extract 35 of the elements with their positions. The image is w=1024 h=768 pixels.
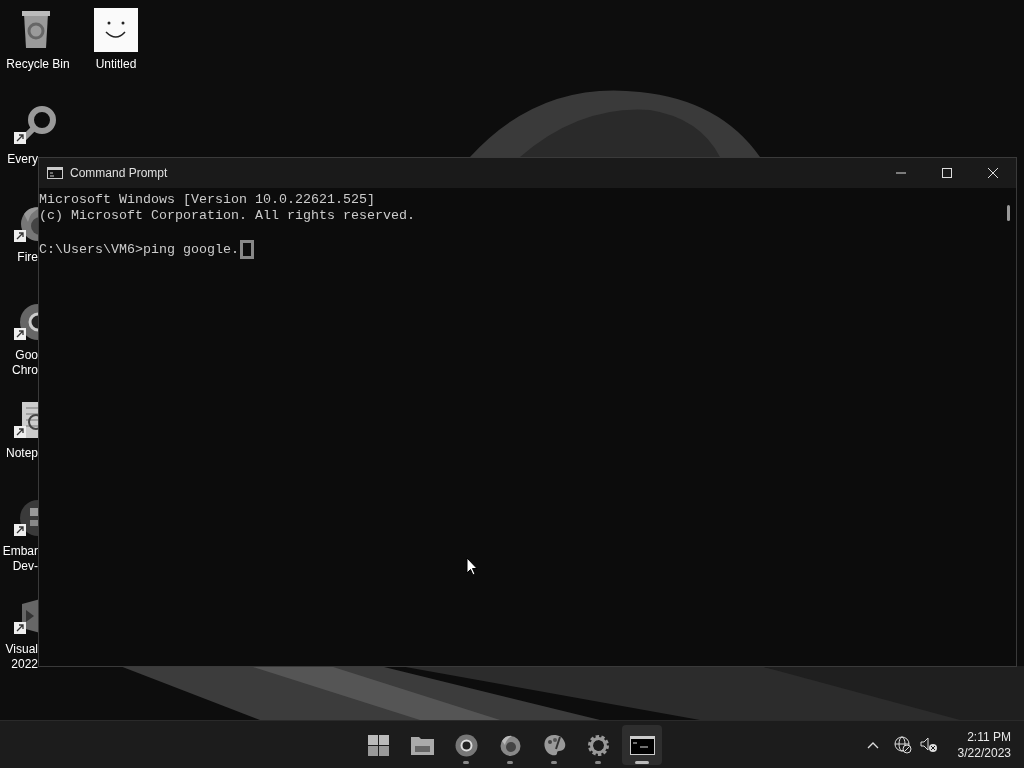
desktop-icon-label[interactable]: Goo Chro [12, 348, 38, 378]
desktop-icon-label[interactable]: Recycle Bin [6, 57, 70, 72]
browser-circle-icon [453, 732, 479, 758]
clock-date: 3/22/2023 [957, 744, 1011, 761]
shortcut-arrow-icon [14, 524, 26, 536]
text-cursor [239, 240, 254, 259]
desktop-icon-label[interactable]: Fire [17, 250, 38, 265]
desktop-icon-label[interactable]: Visual 2022 [5, 642, 38, 672]
console-line: (c) Microsoft Corporation. All rights reserved. [39, 208, 415, 224]
shortcut-arrow-icon [14, 426, 26, 438]
terminal-icon [47, 167, 63, 179]
taskbar-button[interactable] [622, 725, 662, 765]
speaker-muted-icon[interactable] [919, 736, 938, 753]
shortcut-arrow-icon [14, 132, 26, 144]
chevron-up-icon[interactable] [866, 740, 879, 749]
desktop-icon-label[interactable]: Every [7, 152, 38, 167]
mouse-pointer-icon [466, 557, 478, 576]
shortcut-arrow-icon [14, 230, 26, 242]
globe-icon[interactable] [893, 735, 912, 754]
desktop-icon-label[interactable]: Notep [5, 446, 38, 461]
clock[interactable]: 2:11 PM 3/22/2023 [957, 728, 1011, 761]
desktop-icon-label[interactable]: Untitled [95, 57, 137, 72]
smiley-face-icon [94, 8, 138, 52]
shortcut-arrow-icon [14, 622, 26, 634]
maximize-icon [942, 168, 952, 178]
window-title: Command Prompt [70, 165, 168, 182]
start-icon [365, 732, 391, 758]
desktop-icon-label[interactable]: Embar Dev- [2, 544, 38, 574]
shortcut-arrow-icon [14, 328, 26, 340]
clock-time: 2:11 PM [967, 728, 1011, 745]
command-input[interactable]: C:\Users\VM6>ping google. [39, 241, 239, 258]
settings-icon [585, 732, 611, 758]
console-line: Microsoft Windows [Version 10.0.22621.525] [39, 192, 375, 208]
palette-icon [541, 732, 567, 758]
close-icon [988, 168, 998, 178]
